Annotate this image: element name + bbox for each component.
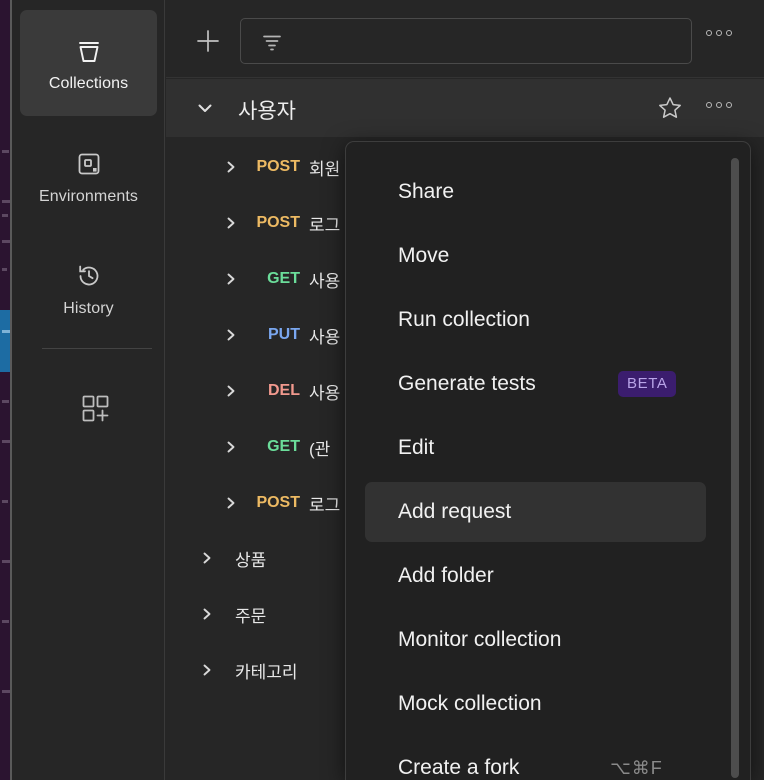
menu-item-label: Monitor collection	[398, 628, 562, 651]
environments-icon	[72, 147, 106, 181]
sidebar-item-collections-label: Collections	[48, 74, 129, 92]
folder-name: 상품	[235, 550, 267, 570]
chevron-right-icon[interactable]	[224, 216, 238, 230]
request-name: 회원	[309, 159, 341, 179]
menu-item-edit[interactable]: Edit	[365, 418, 706, 478]
more-horizontal-icon	[706, 30, 732, 36]
context-menu-scrollbar[interactable]	[731, 148, 747, 778]
left-icon-rail: Collections Environments History	[12, 0, 165, 780]
request-name: 사용	[309, 271, 341, 291]
toolbar-more-button[interactable]	[706, 30, 732, 36]
beta-badge: BETA	[618, 371, 677, 397]
more-horizontal-icon	[706, 102, 732, 108]
sidebar-item-history[interactable]: History	[20, 240, 157, 336]
collection-name: 사용자	[238, 100, 296, 123]
add-apps-button[interactable]	[75, 390, 115, 426]
menu-item-label: Edit	[398, 436, 435, 459]
history-icon	[72, 259, 106, 293]
folder-name: 카테고리	[235, 662, 298, 682]
sidebar-item-environments[interactable]: Environments	[20, 128, 157, 224]
plus-icon	[191, 30, 225, 62]
request-method: POST	[256, 214, 300, 231]
rail-divider	[42, 348, 152, 349]
filter-icon	[260, 30, 284, 54]
collection-more-button[interactable]	[706, 102, 732, 108]
menu-item-label: Generate tests	[398, 372, 536, 395]
menu-item-label: Add folder	[398, 564, 494, 587]
menu-item-move[interactable]: Move	[365, 226, 706, 286]
collections-toolbar	[166, 0, 764, 78]
folder-name: 주문	[235, 606, 267, 626]
menu-item-shortcut: ⌥⌘F	[610, 757, 663, 778]
chevron-right-icon[interactable]	[200, 607, 214, 621]
sidebar-item-collections[interactable]: Collections	[20, 10, 157, 116]
collection-context-menu: Share Move Run collection Generate tests…	[345, 141, 751, 780]
chevron-right-icon[interactable]	[224, 440, 238, 454]
background-window-sliver	[0, 0, 12, 780]
request-method: POST	[256, 158, 300, 175]
sidebar-item-environments-label: Environments	[38, 187, 139, 205]
menu-item-create-a-fork[interactable]: Create a fork ⌥⌘F	[365, 738, 706, 780]
chevron-down-icon[interactable]	[196, 99, 214, 117]
menu-item-add-folder[interactable]: Add folder	[365, 546, 706, 606]
chevron-right-icon[interactable]	[224, 160, 238, 174]
menu-item-monitor-collection[interactable]: Monitor collection	[365, 610, 706, 670]
chevron-right-icon[interactable]	[224, 384, 238, 398]
request-name: 사용	[309, 383, 341, 403]
menu-item-label: Create a fork	[398, 756, 520, 779]
filter-search-box[interactable]	[240, 18, 692, 64]
request-method: POST	[256, 494, 300, 511]
sidebar-item-history-label: History	[63, 299, 114, 317]
menu-item-label: Add request	[398, 500, 512, 523]
star-outline-icon[interactable]	[657, 95, 683, 121]
menu-item-run-collection[interactable]: Run collection	[365, 290, 706, 350]
request-method: PUT	[268, 326, 300, 343]
menu-item-add-request[interactable]: Add request	[365, 482, 706, 542]
request-method: GET	[267, 438, 300, 455]
chevron-right-icon[interactable]	[200, 551, 214, 565]
menu-item-label: Mock collection	[398, 692, 542, 715]
collection-header-row[interactable]: 사용자	[166, 79, 764, 137]
request-name: 사용	[309, 327, 341, 347]
request-name: 로그	[309, 215, 341, 235]
chevron-right-icon[interactable]	[224, 272, 238, 286]
menu-item-label: Share	[398, 180, 455, 203]
search-input[interactable]	[293, 19, 685, 63]
request-method: GET	[267, 270, 300, 287]
chevron-right-icon[interactable]	[200, 663, 214, 677]
grid-plus-icon	[75, 395, 115, 430]
menu-item-label: Move	[398, 244, 450, 267]
chevron-right-icon[interactable]	[224, 328, 238, 342]
scrollbar-thumb[interactable]	[731, 158, 739, 778]
postman-window: Collections Environments History 사용자 POS…	[0, 0, 764, 780]
menu-item-share[interactable]: Share	[365, 162, 706, 222]
request-name: (관	[309, 439, 331, 459]
collections-icon	[72, 34, 106, 68]
chevron-right-icon[interactable]	[224, 496, 238, 510]
menu-item-label: Run collection	[398, 308, 530, 331]
new-button[interactable]	[191, 24, 225, 58]
request-name: 로그	[309, 495, 341, 515]
menu-item-mock-collection[interactable]: Mock collection	[365, 674, 706, 734]
menu-item-generate-tests[interactable]: Generate tests BETA	[365, 354, 706, 414]
request-method: DEL	[268, 382, 300, 399]
